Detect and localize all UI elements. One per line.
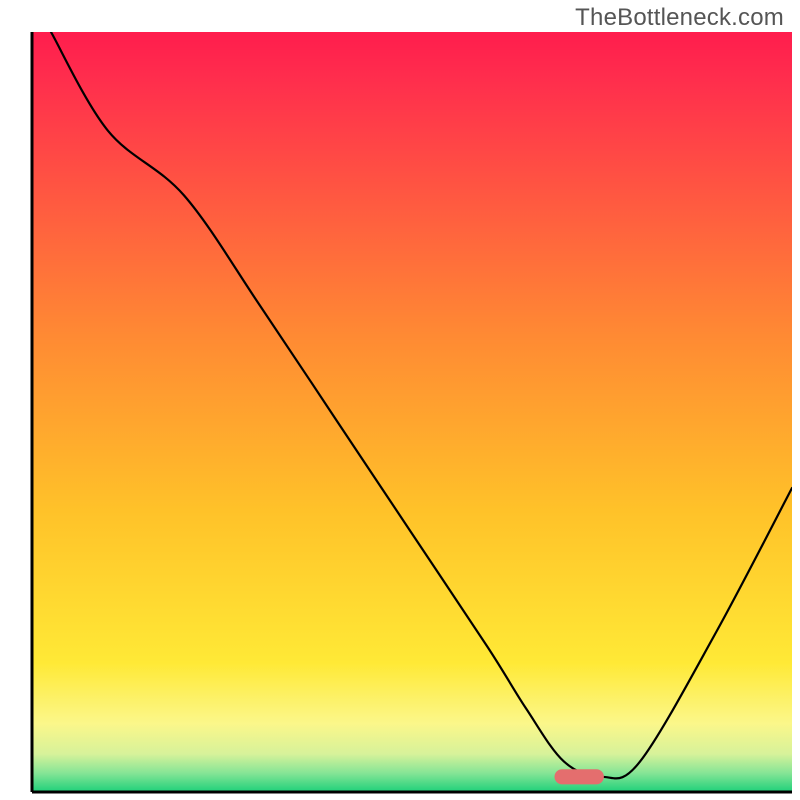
watermark-text: TheBottleneck.com <box>575 4 784 32</box>
gradient-background <box>32 32 792 792</box>
chart-svg <box>0 0 800 800</box>
plot-area <box>32 32 792 792</box>
optimal-zone-marker <box>555 769 604 784</box>
bottleneck-chart: TheBottleneck.com <box>0 0 800 800</box>
